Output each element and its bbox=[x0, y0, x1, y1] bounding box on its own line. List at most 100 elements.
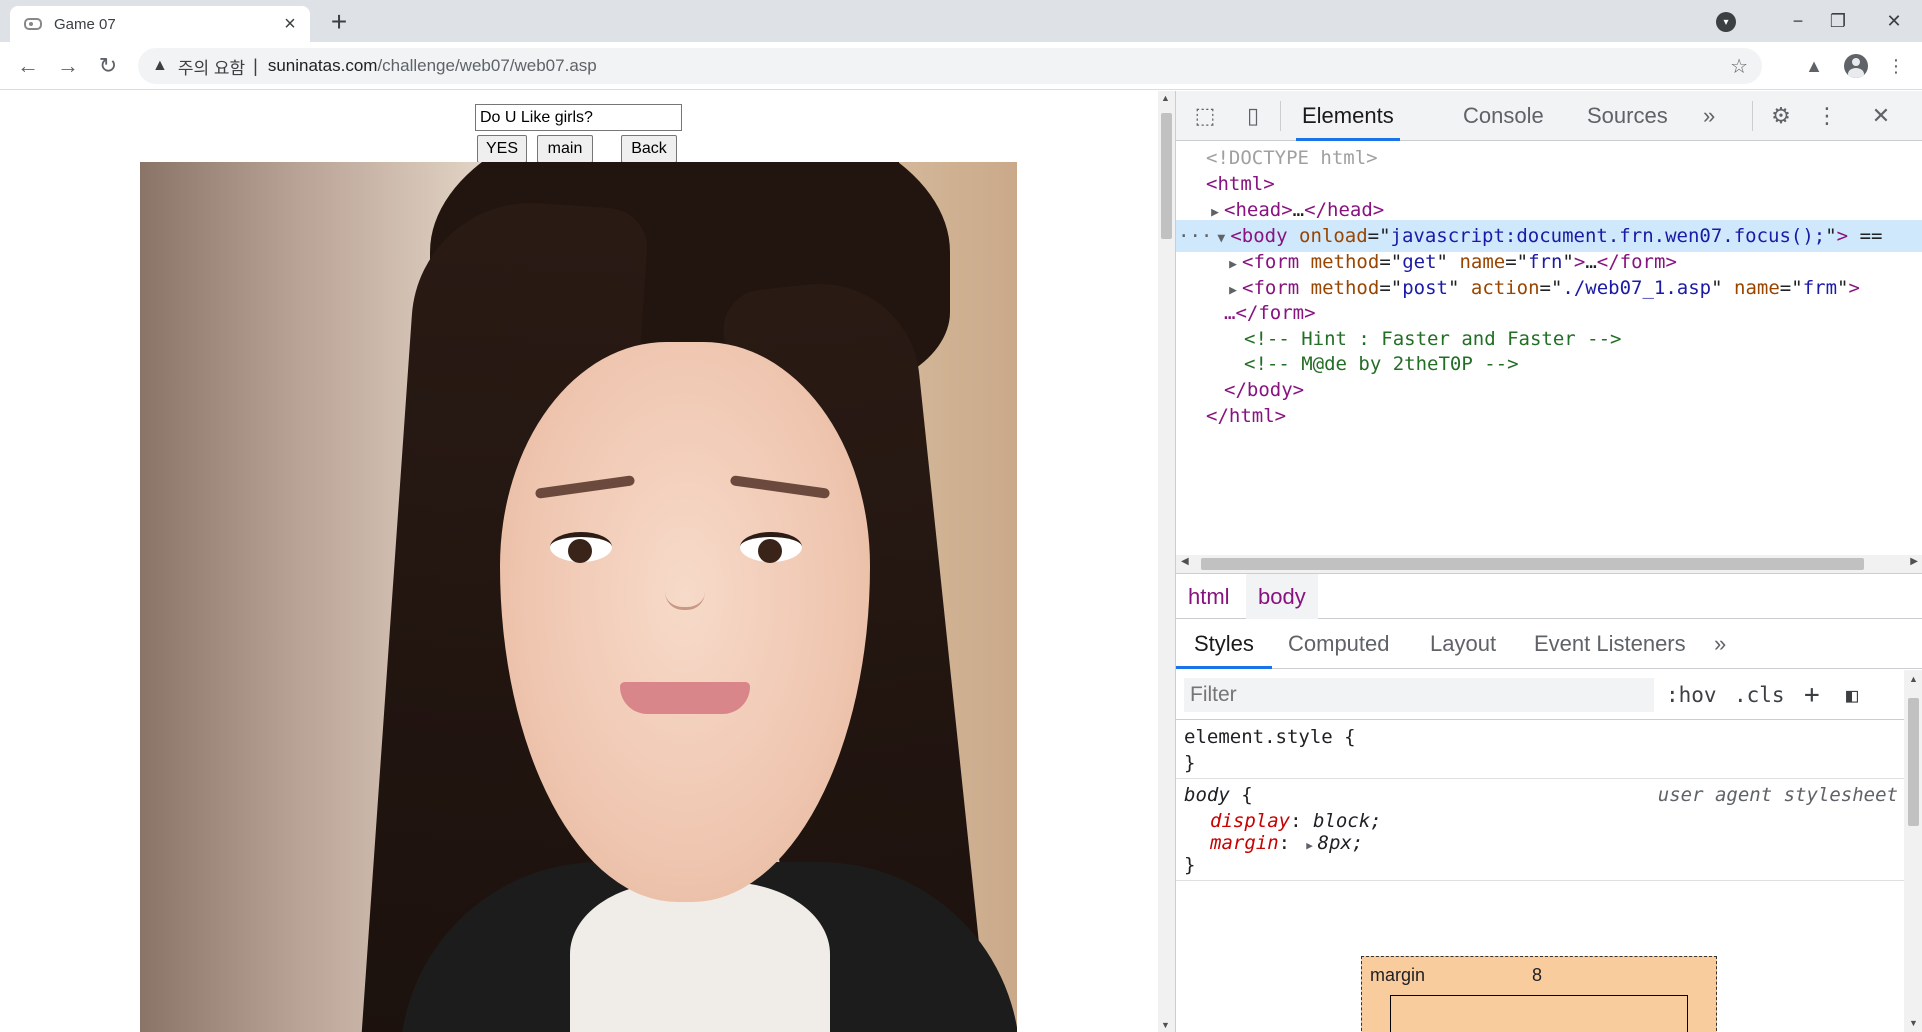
tab-close-button[interactable]: × bbox=[280, 14, 300, 34]
toggle-sidebar-icon[interactable]: ◧ bbox=[1846, 678, 1858, 712]
tab-sources[interactable]: Sources bbox=[1587, 91, 1668, 141]
reload-icon[interactable]: ↻ bbox=[92, 50, 124, 82]
styles-filter-input[interactable] bbox=[1184, 678, 1654, 712]
form1-method-val: get bbox=[1402, 251, 1437, 273]
tab-styles[interactable]: Styles bbox=[1176, 619, 1272, 669]
form1-close-tag: form bbox=[1619, 251, 1666, 273]
url-host: suninatas.com bbox=[267, 56, 378, 75]
html-close-tag: html bbox=[1228, 405, 1275, 427]
tab-console[interactable]: Console bbox=[1463, 91, 1544, 141]
browser-tab[interactable]: Game 07 × bbox=[10, 6, 310, 42]
breadcrumb-html[interactable]: html bbox=[1176, 574, 1242, 619]
scroll-up-icon[interactable]: ▲ bbox=[1909, 674, 1918, 684]
scroll-left-icon[interactable]: ◀ bbox=[1181, 556, 1189, 567]
photo-eye-left bbox=[550, 532, 612, 563]
yes-button[interactable]: YES bbox=[477, 135, 527, 163]
form1-tag: form bbox=[1253, 251, 1300, 273]
dom-hscroll-thumb[interactable] bbox=[1201, 558, 1864, 570]
menu-kebab-icon[interactable]: ⋮ bbox=[1882, 52, 1910, 80]
cls-toggle[interactable]: .cls bbox=[1734, 678, 1785, 712]
styles-scrollbar[interactable]: ▲ ▼ bbox=[1904, 670, 1922, 1032]
photo-eye-right bbox=[740, 532, 802, 563]
hint-comment: <!-- Hint : Faster and Faster --> bbox=[1244, 328, 1622, 350]
doctype-text: <!DOCTYPE html> bbox=[1206, 147, 1378, 169]
security-warning-label[interactable]: 주의 요함 bbox=[178, 54, 245, 79]
element-style-rule[interactable]: element.style { } bbox=[1176, 721, 1904, 779]
tab-elements[interactable]: Elements bbox=[1296, 91, 1400, 141]
form2-action-val: ./web07_1.asp bbox=[1562, 277, 1712, 299]
main-button[interactable]: main bbox=[537, 135, 593, 163]
tab-event-listeners[interactable]: Event Listeners bbox=[1534, 619, 1686, 669]
devtools-panel: ⬚ ▯ Elements Console Sources » ⚙ ⋮ ✕ <!D… bbox=[1175, 91, 1922, 1032]
scroll-down-icon[interactable]: ▼ bbox=[1909, 1018, 1918, 1028]
avatar-icon bbox=[1844, 54, 1868, 78]
inspect-element-icon[interactable]: ⬚ bbox=[1190, 101, 1220, 131]
photo-mouth bbox=[620, 682, 750, 714]
page-scrollbar-thumb[interactable] bbox=[1161, 113, 1172, 239]
close-devtools-icon[interactable]: ✕ bbox=[1866, 101, 1896, 131]
body-close-tag: body bbox=[1246, 379, 1293, 401]
dom-tree: <!DOCTYPE html> <html> ▶ <head>…</head> ·… bbox=[1176, 142, 1922, 562]
browser-toolbar: ← → ↻ ▲ 주의 요함 | suninatas.com/challenge/… bbox=[0, 42, 1922, 90]
tab-layout[interactable]: Layout bbox=[1430, 619, 1496, 669]
tab-search-icon[interactable]: ▾ bbox=[1716, 12, 1736, 32]
customize-kebab-icon[interactable]: ⋮ bbox=[1812, 101, 1842, 131]
breadcrumb: html body bbox=[1176, 573, 1922, 619]
device-toolbar-icon[interactable]: ▯ bbox=[1238, 101, 1268, 131]
bookmark-star-icon[interactable]: ☆ bbox=[1730, 54, 1748, 79]
form1-name-attr: name bbox=[1459, 251, 1506, 273]
element-style-selector[interactable]: element.style { bbox=[1184, 723, 1356, 751]
more-subtabs-button[interactable]: » bbox=[1714, 619, 1726, 669]
body-rule-selector-line: body { bbox=[1184, 781, 1253, 809]
styles-filter-bar: :hov .cls + ◧ bbox=[1176, 670, 1904, 720]
minimize-button[interactable]: − bbox=[1778, 6, 1818, 36]
warning-icon[interactable]: ▲ bbox=[152, 57, 168, 75]
margin-declaration[interactable]: margin: ▶ 8px; bbox=[1210, 829, 1363, 857]
page-scrollbar[interactable]: ▲ ▼ bbox=[1158, 91, 1175, 1032]
restore-button[interactable]: ❐ bbox=[1818, 6, 1858, 36]
profile-avatar[interactable] bbox=[1842, 52, 1870, 80]
forward-arrow-icon[interactable]: → bbox=[52, 50, 84, 82]
body-tag-name: body bbox=[1241, 225, 1288, 247]
expand-shorthand-icon[interactable]: ▶ bbox=[1302, 832, 1318, 860]
body-attr-value: javascript:document.frn.wen07.focus(); bbox=[1390, 225, 1826, 247]
dom-horizontal-scrollbar[interactable]: ◀ ▶ bbox=[1176, 555, 1922, 573]
body-trail: == bbox=[1859, 225, 1883, 247]
scroll-down-icon[interactable]: ▼ bbox=[1161, 1020, 1170, 1030]
back-button[interactable]: Back bbox=[621, 135, 677, 163]
body-rule-open: { bbox=[1229, 784, 1253, 806]
portrait-photo bbox=[140, 162, 1017, 1032]
styles-scrollbar-thumb[interactable] bbox=[1908, 698, 1919, 826]
devtools-divider bbox=[1280, 101, 1281, 131]
scroll-up-icon[interactable]: ▲ bbox=[1161, 93, 1170, 103]
form2-close: …</form> bbox=[1224, 302, 1316, 324]
new-style-rule-button[interactable]: + bbox=[1804, 678, 1820, 712]
scroll-right-icon[interactable]: ▶ bbox=[1910, 556, 1918, 567]
address-bar[interactable]: ▲ 주의 요함 | suninatas.com/challenge/web07/… bbox=[138, 48, 1762, 84]
html-tag-name: html bbox=[1217, 173, 1264, 195]
more-tabs-button[interactable]: » bbox=[1703, 91, 1715, 141]
hov-toggle[interactable]: :hov bbox=[1666, 678, 1717, 712]
margin-prop-value: 8px; bbox=[1317, 832, 1364, 854]
body-rule-selector[interactable]: body bbox=[1184, 784, 1230, 806]
close-window-button[interactable]: ✕ bbox=[1874, 6, 1914, 36]
form2-method-attr: method bbox=[1310, 277, 1380, 299]
breadcrumb-body[interactable]: body bbox=[1246, 574, 1318, 619]
extensions-flask-icon[interactable]: ▲ bbox=[1800, 52, 1828, 80]
question-input[interactable] bbox=[475, 104, 682, 131]
settings-gear-icon[interactable]: ⚙ bbox=[1766, 101, 1796, 131]
selection-dots-icon[interactable]: ··· bbox=[1178, 225, 1212, 247]
dom-html-close[interactable]: </html> bbox=[1176, 400, 1922, 432]
body-rule-close: } bbox=[1184, 854, 1196, 876]
body-attr-name: onload bbox=[1299, 225, 1368, 247]
box-model-margin-value[interactable]: 8 bbox=[1532, 965, 1542, 986]
tab-computed[interactable]: Computed bbox=[1288, 619, 1390, 669]
head-tag-name: head bbox=[1235, 199, 1282, 221]
head-close-tag: head bbox=[1327, 199, 1373, 221]
margin-prop-name: margin bbox=[1210, 832, 1279, 854]
form2-tag: form bbox=[1253, 277, 1300, 299]
url-path: /challenge/web07/web07.asp bbox=[377, 56, 597, 75]
back-arrow-icon[interactable]: ← bbox=[12, 50, 44, 82]
body-ua-rule[interactable]: body { user agent stylesheet display: bl… bbox=[1176, 779, 1904, 881]
new-tab-button[interactable]: + bbox=[326, 8, 352, 36]
